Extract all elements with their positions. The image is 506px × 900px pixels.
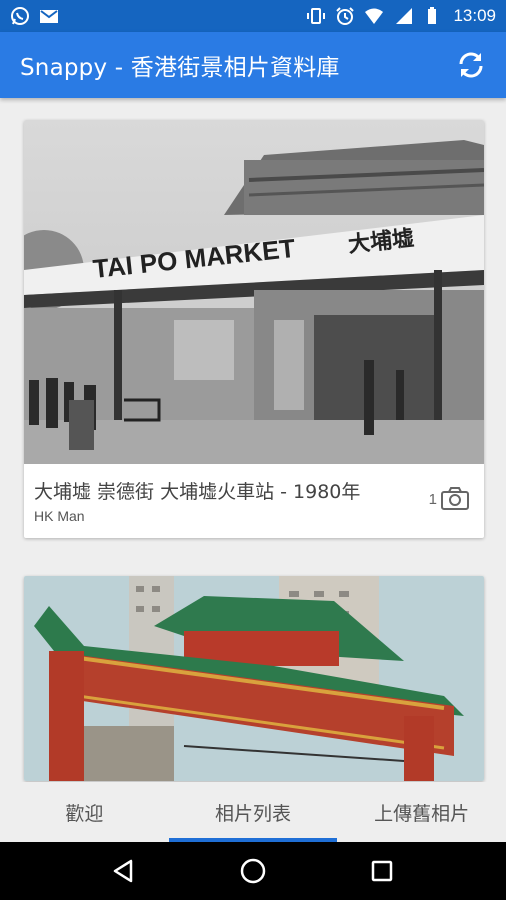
tab-photo-list[interactable]: 相片列表	[168, 782, 338, 842]
home-icon	[240, 858, 266, 884]
app-bar: Snappy - 香港街景相片資料庫	[0, 32, 506, 98]
home-button[interactable]	[233, 851, 273, 891]
tab-label: 上傳舊相片	[374, 802, 470, 825]
signal-icon	[393, 6, 413, 26]
photo-author: HK Man	[34, 508, 85, 524]
tab-label: 歡迎	[65, 802, 104, 825]
photo-count-value: 1	[428, 490, 437, 508]
gmail-icon	[39, 6, 59, 26]
notification-icons	[10, 6, 59, 26]
clock: 13:09	[453, 6, 496, 25]
status-bar: 13:09	[0, 0, 506, 32]
app-title: Snappy - 香港街景相片資料庫	[20, 55, 340, 81]
alarm-icon	[335, 6, 355, 26]
recents-button[interactable]	[362, 851, 402, 891]
photo-tai-po-market[interactable]: TAI PO MARKET 大埔墟	[24, 120, 484, 464]
camera-icon	[441, 487, 469, 510]
navigation-bar	[0, 842, 506, 900]
photo-ornamental-archway[interactable]	[24, 576, 484, 781]
photo-title: 大埔墟 崇德街 大埔墟火車站 - 1980年	[34, 481, 361, 503]
back-button[interactable]	[104, 851, 144, 891]
photo-count: 1	[429, 487, 470, 511]
photo-card[interactable]	[24, 576, 484, 781]
system-icons: 13:09	[306, 6, 496, 26]
whatsapp-icon	[10, 6, 30, 26]
recents-icon	[371, 860, 392, 882]
tab-upload-old-photos[interactable]: 上傳舊相片	[337, 782, 506, 842]
bottom-tabs: 歡迎 相片列表 上傳舊相片	[0, 782, 506, 842]
back-icon	[114, 859, 133, 883]
refresh-button[interactable]	[454, 48, 488, 82]
tab-label: 相片列表	[215, 802, 292, 825]
refresh-icon	[459, 52, 483, 78]
tab-welcome[interactable]: 歡迎	[0, 782, 169, 842]
battery-icon	[422, 6, 442, 26]
vibrate-icon	[306, 6, 326, 26]
photo-card[interactable]: TAI PO MARKET 大埔墟 大埔墟 崇德街 大埔墟火車站 - 1980年…	[24, 120, 484, 538]
wifi-icon	[364, 6, 384, 26]
